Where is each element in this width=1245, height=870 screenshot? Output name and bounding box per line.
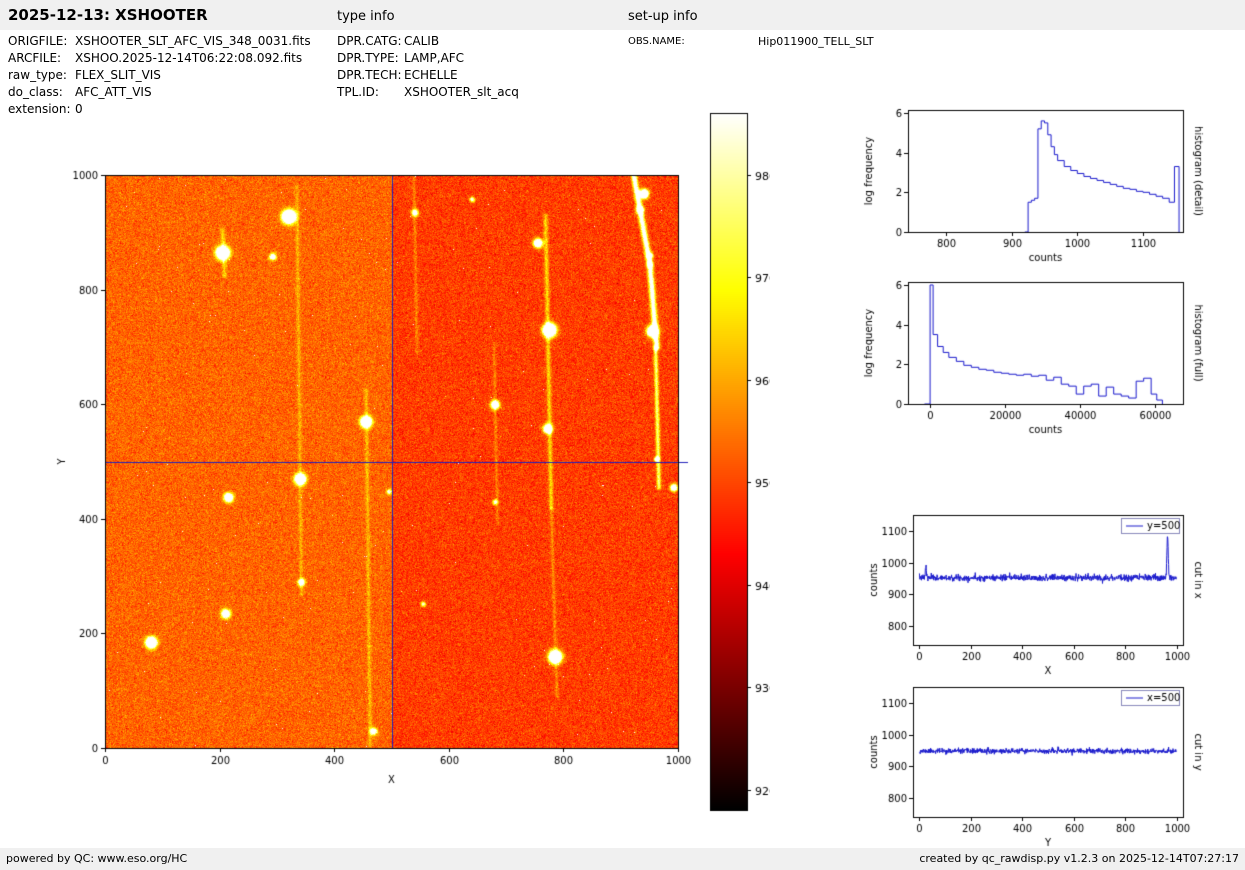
obs-name-label: OBS.NAME: <box>628 36 685 47</box>
dpr-tech-value: ECHELLE <box>404 68 458 82</box>
doclass-label: do_class: <box>8 85 63 99</box>
header-bar: 2025-12-13: XSHOOTER type info set-up in… <box>0 0 1245 30</box>
qc-home-link[interactable]: powered by QC: www.eso.org/HC <box>6 852 187 865</box>
histogram-detail-chart <box>860 95 1205 280</box>
dpr-type-label: DPR.TYPE: <box>337 51 399 65</box>
footer-bar: powered by QC: www.eso.org/HC created by… <box>0 848 1245 870</box>
doclass-value: AFC_ATT_VIS <box>75 85 152 99</box>
arcfile-label: ARCFILE: <box>8 51 61 65</box>
dpr-catg-label: DPR.CATG: <box>337 34 402 48</box>
dpr-type-value: LAMP,AFC <box>404 51 464 65</box>
rawtype-label: raw_type: <box>8 68 67 82</box>
rawtype-value: FLEX_SLIT_VIS <box>75 68 161 82</box>
tpl-id-value: XSHOOTER_slt_acq <box>404 85 519 99</box>
cut-in-y-chart <box>860 672 1205 862</box>
qc-report-page: 2025-12-13: XSHOOTER type info set-up in… <box>0 0 1245 870</box>
cut-in-x-chart <box>860 500 1205 690</box>
created-by-text: created by qc_rawdisp.py v1.2.3 on 2025-… <box>919 852 1239 865</box>
detector-image-chart <box>30 100 770 830</box>
arcfile-value: XSHOO.2025-12-14T06:22:08.092.fits <box>75 51 302 65</box>
origfile-label: ORIGFILE: <box>8 34 67 48</box>
obs-name-value: Hip011900_TELL_SLT <box>758 35 874 48</box>
tpl-id-label: TPL.ID: <box>337 85 379 99</box>
dpr-tech-label: DPR.TECH: <box>337 68 402 82</box>
dpr-catg-value: CALIB <box>404 34 439 48</box>
page-title: 2025-12-13: XSHOOTER <box>8 6 208 24</box>
origfile-value: XSHOOTER_SLT_AFC_VIS_348_0031.fits <box>75 34 311 48</box>
setup-info-heading: set-up info <box>628 9 698 24</box>
type-info-heading: type info <box>337 9 395 24</box>
histogram-full-chart <box>860 267 1205 452</box>
